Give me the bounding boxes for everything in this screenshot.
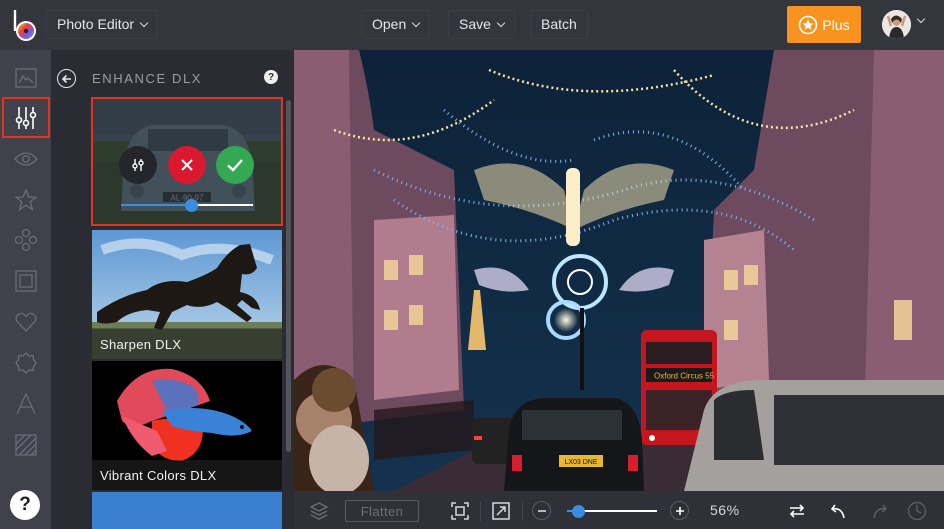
save-label: Save — [459, 16, 491, 32]
flatten-button[interactable]: Flatten — [345, 500, 419, 522]
photo-canvas[interactable]: Oxford Circus 55 LX03 DNE — [294, 50, 944, 491]
redo-button[interactable] — [868, 500, 890, 522]
sliders-icon — [132, 159, 144, 171]
heart-icon — [14, 312, 37, 332]
zoom-percentage: 56% — [710, 502, 740, 518]
card-label: Vibrant Colors DLX — [100, 468, 217, 483]
bus-destination-sign: Oxford Circus 55 — [654, 372, 715, 381]
close-icon — [181, 159, 193, 171]
circles-icon — [14, 228, 37, 251]
redo-icon — [873, 504, 888, 519]
sidebar-item-image[interactable] — [9, 61, 42, 94]
star-icon — [14, 188, 37, 211]
help-icon: ? — [19, 494, 31, 515]
panel-scrollbar[interactable] — [286, 100, 291, 452]
plus-icon — [675, 506, 684, 515]
adjust-settings-button[interactable] — [119, 146, 157, 184]
sidebar-item-frames[interactable] — [9, 264, 42, 297]
taxi-plate: LX03 DNE — [564, 459, 597, 466]
sidebar-item-effects[interactable] — [9, 183, 42, 216]
fit-to-screen-button[interactable] — [449, 500, 471, 522]
fit-screen-icon — [451, 502, 469, 520]
sidebar-item-textures[interactable] — [9, 428, 42, 461]
badge-icon — [14, 351, 37, 374]
cancel-button[interactable] — [168, 146, 206, 184]
sidebar-item-overlay-shapes[interactable] — [9, 346, 42, 379]
bottom-toolbar: Flatten 56% — [294, 491, 944, 529]
text-icon — [15, 392, 36, 414]
actual-size-button[interactable] — [490, 500, 512, 522]
arrow-left-icon — [61, 74, 71, 83]
swap-icon — [789, 504, 805, 518]
user-avatar[interactable] — [882, 10, 911, 39]
check-icon — [227, 159, 243, 172]
chevron-down-icon[interactable] — [916, 14, 926, 24]
divider — [480, 501, 481, 521]
image-icon — [14, 67, 37, 88]
compare-button[interactable] — [786, 500, 808, 522]
app-menu-label: Photo Editor — [57, 16, 135, 32]
enhance-dlx-card-selected[interactable]: AL-90-97 — [91, 97, 283, 226]
flatten-label: Flatten — [360, 503, 404, 519]
expand-icon — [492, 502, 510, 520]
clock-icon — [907, 501, 927, 521]
zoom-in-button[interactable] — [670, 501, 689, 520]
zoom-out-button[interactable] — [532, 501, 551, 520]
open-label: Open — [372, 16, 407, 32]
plus-label: Plus — [822, 16, 850, 33]
batch-label: Batch — [541, 16, 577, 32]
street-lights-photo: Oxford Circus 55 LX03 DNE — [294, 50, 944, 491]
sidebar-item-graphics[interactable] — [9, 305, 42, 338]
chevron-down-icon — [496, 18, 506, 27]
undo-button[interactable] — [828, 500, 850, 522]
panel-title: ENHANCE DLX — [92, 71, 203, 86]
open-button[interactable]: Open — [361, 10, 431, 39]
app-menu-button[interactable]: Photo Editor — [46, 10, 159, 39]
minus-icon — [537, 509, 546, 512]
sidebar-item-overlays[interactable] — [9, 223, 42, 256]
batch-button[interactable]: Batch — [530, 10, 588, 39]
texture-icon — [14, 433, 37, 456]
card-label: Sharpen DLX — [100, 337, 182, 352]
apply-button[interactable] — [216, 146, 254, 184]
back-button[interactable] — [57, 69, 76, 88]
vibrant-colors-dlx-card[interactable]: Vibrant Colors DLX — [92, 361, 282, 490]
tool-sidebar: ? — [0, 50, 51, 529]
layers-icon — [309, 502, 329, 520]
frame-icon — [14, 269, 37, 292]
chevron-down-icon — [139, 18, 149, 27]
top-bar: Photo Editor Open Save Batch Plus — [0, 0, 944, 50]
divider — [522, 501, 523, 521]
intensity-slider-fill — [121, 204, 191, 206]
panel-help-icon[interactable]: ? — [264, 70, 278, 84]
befunky-logo[interactable] — [12, 8, 40, 42]
sidebar-item-text[interactable] — [9, 387, 42, 420]
eye-icon — [13, 151, 38, 166]
save-button[interactable]: Save — [448, 10, 515, 39]
sliders-icon — [15, 106, 37, 129]
sidebar-item-edit[interactable] — [2, 97, 50, 138]
intensity-slider-thumb[interactable] — [184, 199, 198, 212]
intensity-slider[interactable] — [121, 199, 253, 212]
layers-button[interactable] — [308, 500, 330, 522]
undo-icon — [830, 504, 845, 519]
sidebar-item-touch-up[interactable] — [9, 142, 42, 175]
history-button[interactable] — [906, 500, 928, 522]
plus-upgrade-button[interactable]: Plus — [787, 6, 861, 43]
zoom-slider[interactable] — [567, 505, 657, 518]
sharpen-dlx-card[interactable]: Sharpen DLX — [92, 230, 282, 359]
help-button[interactable]: ? — [10, 490, 40, 520]
star-badge-icon — [799, 15, 818, 34]
chevron-down-icon — [412, 18, 421, 27]
zoom-slider-thumb[interactable] — [571, 505, 585, 518]
next-effect-card[interactable] — [92, 492, 282, 529]
